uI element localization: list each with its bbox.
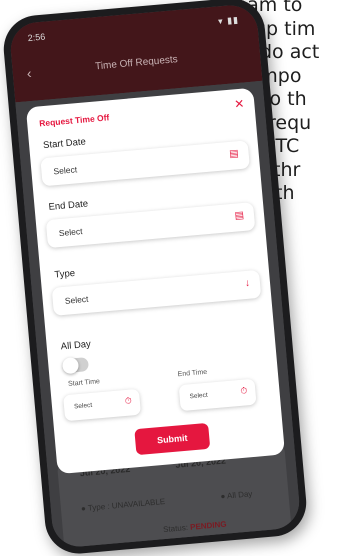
start-time-value: Select: [73, 401, 93, 411]
request-all-day: ● All Day: [220, 489, 253, 502]
status-label: Status:: [162, 523, 189, 535]
start-time-label: Start Time: [67, 378, 101, 388]
close-fab-button[interactable]: ×: [261, 529, 295, 549]
type-label: Type: [54, 267, 76, 281]
type-value: Select: [64, 293, 89, 306]
type-select[interactable]: Select ↓: [51, 269, 262, 316]
page-title: Time Off Requests: [94, 54, 179, 73]
phone-screen: 2:56 ▾ ▮▮ ‹ Time Off Requests Jul 20, 20…: [8, 3, 302, 549]
clock-icon: ⏱: [124, 395, 133, 407]
close-icon: ×: [272, 536, 284, 549]
end-time-value: Select: [189, 391, 208, 401]
all-day-label: All Day: [60, 338, 92, 353]
calendar-icon: ▤: [228, 148, 240, 160]
clock-icon: ⏱: [239, 385, 248, 396]
request-type-text: Type : UNAVAILABLE: [87, 496, 166, 513]
status-badge: PENDING: [189, 519, 227, 532]
phone-frame: 2:56 ▾ ▮▮ ‹ Time Off Requests Jul 20, 20…: [0, 0, 310, 556]
end-time-label: End Time: [177, 368, 208, 379]
submit-button[interactable]: Submit: [134, 422, 211, 456]
chevron-down-icon: ↓: [244, 277, 251, 290]
request-all-day-text: All Day: [226, 489, 253, 501]
request-type: ● Type : UNAVAILABLE: [80, 496, 166, 514]
calendar-icon: ▤: [234, 209, 245, 222]
close-icon[interactable]: ✕: [234, 96, 245, 111]
request-status: Status: PENDING: [163, 520, 227, 535]
end-time-field[interactable]: Select ⏱: [178, 378, 257, 412]
all-day-toggle[interactable]: [61, 356, 90, 375]
status-bar: 2:56 ▾ ▮▮: [9, 3, 258, 51]
start-time-field[interactable]: Select ⏱: [63, 388, 142, 422]
status-time: 2:56: [27, 31, 46, 44]
modal-title: Request Time Off: [38, 112, 110, 129]
toggle-knob: [61, 356, 80, 375]
device-stage: 2:56 ▾ ▮▮ ‹ Time Off Requests Jul 20, 20…: [0, 0, 355, 556]
start-date-label: Start Date: [42, 136, 87, 152]
signal-icon: ▾ ▮▮: [217, 14, 240, 27]
request-time-off-modal: Request Time Off ✕ Start Date Select ▤ E…: [25, 87, 286, 475]
start-date-value: Select: [53, 164, 78, 177]
end-date-label: End Date: [48, 198, 89, 213]
end-date-value: Select: [58, 226, 83, 239]
